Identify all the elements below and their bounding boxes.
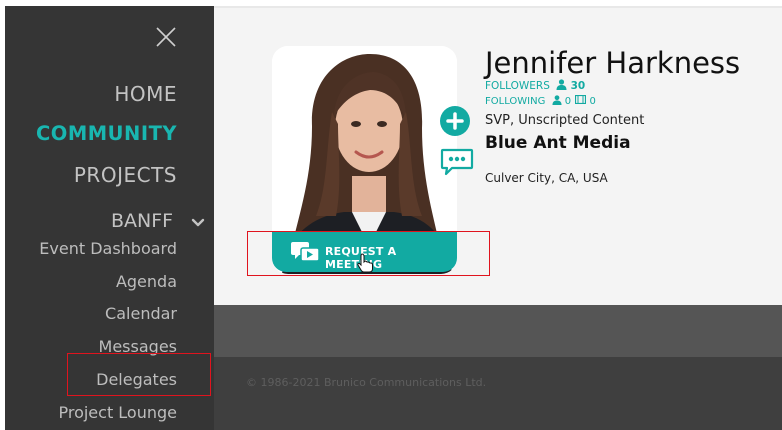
following-projects-count: 0 (589, 96, 596, 107)
submenu-agenda[interactable]: Agenda (116, 272, 177, 291)
job-title: SVP, Unscripted Content (485, 113, 645, 128)
following-row: FOLLOWING 0 0 (485, 94, 596, 107)
chevron-down-icon[interactable] (191, 216, 205, 230)
delegates-highlight-box (67, 353, 211, 396)
request-meeting-highlight-box (247, 231, 490, 276)
copyright-text: © 1986-2021 Brunico Communications Ltd. (246, 376, 487, 389)
nav-projects[interactable]: PROJECTS (74, 163, 177, 187)
plus-icon (446, 112, 464, 130)
following-people-count: 0 (564, 96, 572, 107)
company-name: Blue Ant Media (485, 133, 631, 153)
followers-count: 30 (570, 80, 586, 92)
profile-name: Jennifer Harkness (485, 46, 741, 80)
film-icon (575, 94, 587, 105)
location: Culver City, CA, USA (485, 171, 608, 185)
close-icon[interactable] (155, 26, 177, 48)
content-band (214, 305, 782, 357)
nav-community[interactable]: COMMUNITY (36, 122, 177, 145)
top-divider (214, 6, 782, 8)
nav-banff[interactable]: BANFF (111, 210, 173, 232)
submenu-project-lounge[interactable]: Project Lounge (58, 403, 177, 422)
person-icon (556, 79, 567, 90)
submenu-calendar[interactable]: Calendar (105, 304, 177, 323)
followers-row: FOLLOWERS 30 (485, 79, 585, 92)
submenu-event-dashboard[interactable]: Event Dashboard (39, 239, 177, 258)
following-label[interactable]: FOLLOWING (485, 96, 545, 107)
followers-label[interactable]: FOLLOWERS (485, 80, 550, 92)
message-icon[interactable] (440, 147, 474, 177)
follow-button[interactable] (440, 106, 470, 136)
footer: © 1986-2021 Brunico Communications Ltd. (214, 357, 782, 430)
nav-home[interactable]: HOME (114, 82, 177, 106)
person-icon (552, 95, 562, 105)
